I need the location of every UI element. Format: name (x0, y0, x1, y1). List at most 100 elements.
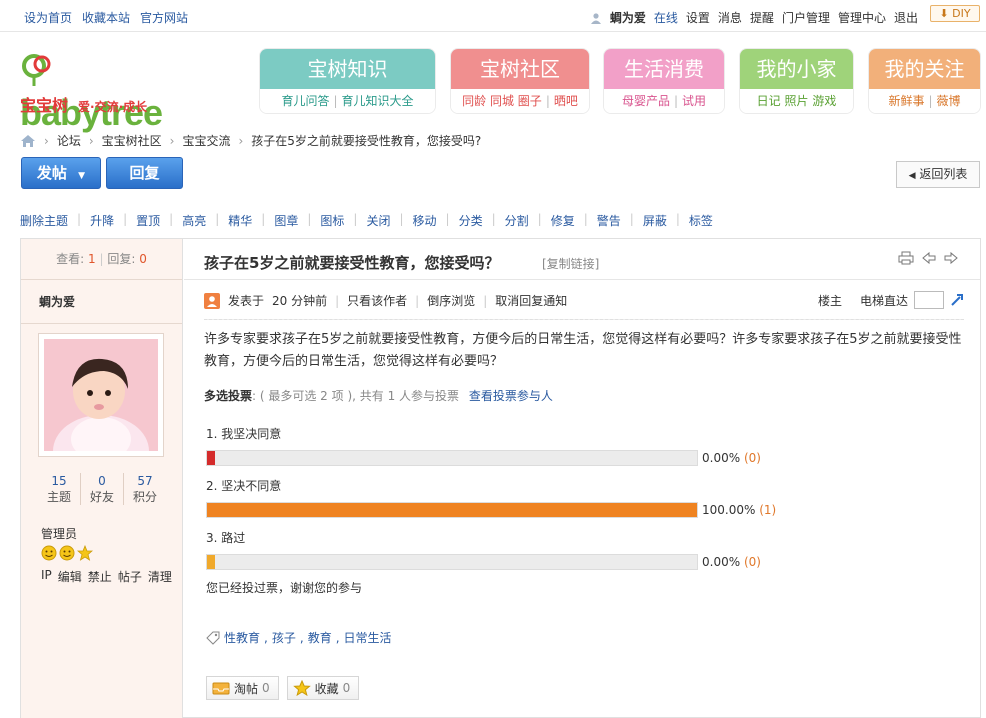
nav-link[interactable]: 照片 (784, 94, 808, 108)
mod-split[interactable]: 分割 (505, 212, 529, 229)
nav-tile-title[interactable]: 我的小家 (740, 49, 853, 89)
mod-close[interactable]: 关闭 (366, 212, 390, 229)
nav-link[interactable]: 育儿问答 (281, 94, 329, 108)
tag-link[interactable]: 日常生活 (344, 629, 392, 646)
mod-icon[interactable]: 图标 (320, 212, 344, 229)
nav-tile-title[interactable]: 我的关注 (869, 49, 980, 89)
nav-tile-links: 新鲜事 | 薇博 (869, 89, 980, 113)
messages-link[interactable]: 消息 (718, 9, 742, 26)
nav-link[interactable]: 晒吧 (554, 94, 578, 108)
mod-warn[interactable]: 警告 (597, 212, 621, 229)
poll-bar (206, 502, 698, 518)
cancel-notify-link[interactable]: 取消回复通知 (495, 292, 567, 309)
nav-tile-knowledge: 宝树知识 育儿问答 | 育儿知识大全 (259, 48, 436, 114)
moderation-toolbar: 删除主题 | 升降 | 置顶 | 高亮 | 精华 | 图章 | 图标 | 关闭 | 移动 | 分类… (20, 212, 713, 229)
admin-center-link[interactable]: 管理中心 (838, 9, 886, 26)
stat-value: 57 (137, 474, 153, 488)
online-status[interactable]: 在线 (654, 9, 678, 26)
separator: | (307, 212, 312, 226)
admin-clean-link[interactable]: 清理 (148, 568, 172, 585)
nav-link[interactable]: 试用 (682, 94, 706, 108)
nav-tile-follow: 我的关注 新鲜事 | 薇博 (868, 48, 981, 114)
view-voters-link[interactable]: 查看投票参与人 (469, 389, 553, 403)
floor-jump-input[interactable] (914, 291, 944, 309)
stat-friends[interactable]: 0 好友 (81, 473, 124, 505)
prev-thread-icon[interactable] (922, 251, 936, 265)
breadcrumb-forum[interactable]: 论坛 (57, 132, 81, 149)
new-post-button[interactable]: 发帖 ▼ (21, 157, 101, 189)
next-thread-icon[interactable] (944, 251, 958, 265)
user-group[interactable]: 管理员 (41, 525, 77, 542)
poll-percent: 0.00% (0) (702, 555, 761, 569)
reverse-order-link[interactable]: 倒序浏览 (427, 292, 475, 309)
nav-link[interactable]: 游戏 (812, 94, 836, 108)
only-author-link[interactable]: 只看该作者 (347, 292, 407, 309)
separator: | (583, 212, 588, 226)
favorite-button[interactable]: 收藏 0 (286, 676, 360, 700)
home-icon[interactable] (20, 134, 36, 148)
settings-link[interactable]: 设置 (686, 9, 710, 26)
copy-link[interactable]: [复制链接] (542, 255, 599, 272)
bookmark-site-link[interactable]: 收藏本站 (82, 9, 130, 26)
tag-link[interactable]: 孩子 (272, 629, 296, 646)
logo-slogan: 爱·交流·成长 (78, 100, 148, 114)
mod-repair[interactable]: 修复 (551, 212, 575, 229)
nav-link[interactable]: 母婴产品 (622, 94, 670, 108)
admin-edit-link[interactable]: 编辑 (58, 568, 82, 585)
author-name[interactable]: 蜩为爱 (21, 280, 182, 324)
diy-button[interactable]: ⬇ DIY (930, 5, 980, 22)
username-link[interactable]: 蜩为爱 (610, 9, 646, 26)
set-homepage-link[interactable]: 设为首页 (24, 9, 72, 26)
nav-link[interactable]: 薇博 (937, 94, 961, 108)
portal-admin-link[interactable]: 门户管理 (782, 9, 830, 26)
user-menu: 蜩为爱 在线 设置 消息 提醒 门户管理 管理中心 退出 (590, 9, 918, 26)
views-label: 查看: (56, 252, 85, 266)
back-to-list-button[interactable]: ◀ 返回列表 (896, 161, 980, 188)
mod-stamp[interactable]: 图章 (274, 212, 298, 229)
breadcrumb-exchange[interactable]: 宝宝交流 (182, 132, 230, 149)
official-site-link[interactable]: 官方网站 (140, 9, 188, 26)
nav-link[interactable]: 圈子 (518, 94, 542, 108)
admin-ip-link[interactable]: IP (41, 568, 52, 585)
reply-button[interactable]: 回复 (106, 157, 183, 189)
mod-delete[interactable]: 删除主题 (20, 212, 68, 229)
breadcrumb-community[interactable]: 宝宝树社区 (102, 132, 162, 149)
nav-link[interactable]: 日记 (757, 94, 781, 108)
mod-sticky[interactable]: 置顶 (136, 212, 160, 229)
go-icon[interactable] (950, 293, 964, 307)
divider (204, 319, 964, 320)
nav-tile-title[interactable]: 宝树知识 (260, 49, 435, 89)
stat-points[interactable]: 57 积分 (124, 473, 166, 505)
mod-move[interactable]: 移动 (413, 212, 437, 229)
mod-highlight[interactable]: 高亮 (182, 212, 206, 229)
admin-posts-link[interactable]: 帖子 (118, 568, 142, 585)
tag-link[interactable]: 性教育 (224, 629, 260, 646)
floor-label: 楼主 (817, 293, 842, 308)
nav-tile-title[interactable]: 宝树社区 (451, 49, 589, 89)
logout-link[interactable]: 退出 (894, 9, 918, 26)
nav-link[interactable]: 同城 (490, 94, 514, 108)
mod-digest[interactable]: 精华 (228, 212, 252, 229)
notifications-link[interactable]: 提醒 (750, 9, 774, 26)
down-arrow-icon: ⬇ (939, 7, 949, 20)
nav-tile-community: 宝树社区 同龄 同城 圈子 | 晒吧 (450, 48, 590, 114)
nav-link[interactable]: 同龄 (462, 94, 486, 108)
mod-tag[interactable]: 标签 (689, 212, 713, 229)
collect-thread-button[interactable]: 淘帖 0 (206, 676, 279, 700)
mod-block[interactable]: 屏蔽 (643, 212, 667, 229)
nav-link[interactable]: 育儿知识大全 (342, 94, 414, 108)
nav-link[interactable]: 新鲜事 (888, 94, 924, 108)
breadcrumb-separator: › (44, 133, 49, 148)
avatar[interactable] (38, 333, 164, 487)
stat-value: 0 (98, 474, 106, 488)
separator: | (335, 293, 340, 308)
site-logo[interactable]: babytree 宝宝树 爱·交流·成长 (20, 50, 190, 133)
mod-category[interactable]: 分类 (459, 212, 483, 229)
print-icon[interactable] (898, 251, 914, 265)
tag-link[interactable]: 教育 (308, 629, 332, 646)
admin-ban-link[interactable]: 禁止 (88, 568, 112, 585)
stat-topics[interactable]: 15 主题 (38, 473, 81, 505)
mod-bump[interactable]: 升降 (90, 212, 114, 229)
nav-tile-consumer: 生活消费 母婴产品 | 试用 (603, 48, 725, 114)
nav-tile-title[interactable]: 生活消费 (604, 49, 724, 89)
